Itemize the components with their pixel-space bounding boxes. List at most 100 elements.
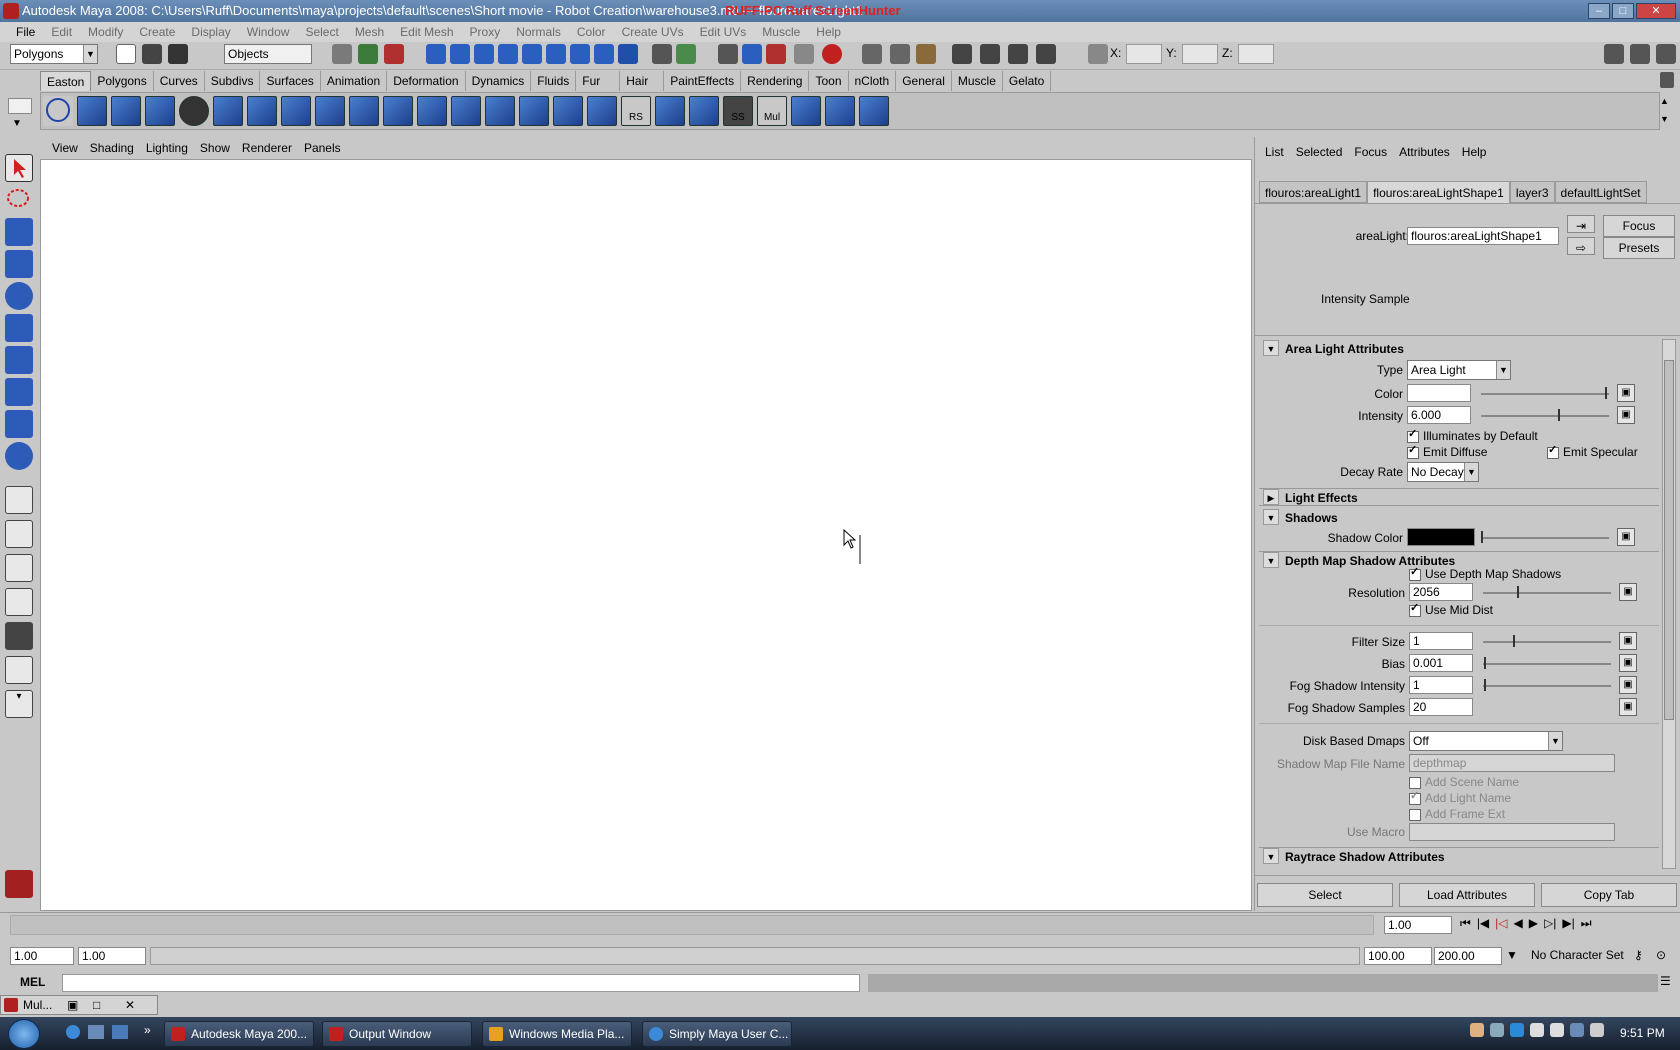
viewport-panel[interactable] xyxy=(40,159,1252,911)
go-to-output-icon[interactable]: ⇨ xyxy=(1567,237,1595,255)
go-to-end-icon[interactable]: ⏭ xyxy=(1581,916,1592,936)
poly-plane-icon[interactable] xyxy=(281,96,311,126)
poly-split-icon[interactable] xyxy=(485,96,515,126)
shelf-tab-painteffects[interactable]: PaintEffects xyxy=(664,71,742,91)
use-macro-field[interactable] xyxy=(1409,823,1615,841)
shelf-tab-toon[interactable]: Toon xyxy=(809,71,849,91)
menu-edit[interactable]: Edit xyxy=(43,25,80,39)
character-set-field[interactable]: No Character Set xyxy=(1528,947,1628,965)
show-hide-attribute-editor-icon[interactable] xyxy=(1604,44,1624,64)
node-name-field[interactable]: flouros:areaLightShape1 xyxy=(1407,227,1559,245)
shelf-tab-polygons[interactable]: Polygons xyxy=(91,71,154,91)
taskbar-item-output-window[interactable]: Output Window xyxy=(322,1021,472,1047)
emit-specular-checkbox[interactable]: Emit Specular xyxy=(1547,443,1638,459)
menu-mesh[interactable]: Mesh xyxy=(347,25,392,39)
z-field[interactable] xyxy=(1238,44,1274,64)
persp-outliner-layout-icon[interactable] xyxy=(5,554,33,582)
poly-bevel-icon[interactable] xyxy=(655,96,685,126)
color-map-button-icon[interactable]: ▣ xyxy=(1617,384,1635,402)
ae-tab-defaultlightset[interactable]: defaultLightSet xyxy=(1554,181,1647,203)
circle-tool-icon[interactable] xyxy=(43,96,73,126)
menu-normals[interactable]: Normals xyxy=(508,25,569,39)
rotate-tool-icon[interactable] xyxy=(5,282,33,310)
emit-diffuse-checkbox[interactable]: Emit Diffuse xyxy=(1407,443,1487,459)
shelf-menu-arrow-icon[interactable]: ▼ xyxy=(12,118,22,129)
minimized-window[interactable]: Mul... ▣ □ ✕ xyxy=(0,995,158,1015)
animation-preferences-icon[interactable]: ⊙ xyxy=(1656,948,1666,962)
poly-spiral-icon[interactable] xyxy=(587,96,617,126)
soft-modification-icon[interactable] xyxy=(5,378,33,406)
help-icon[interactable] xyxy=(618,44,638,64)
mask-curves-icon[interactable] xyxy=(474,44,494,64)
decay-rate-dropdown[interactable]: No Decay ▼ xyxy=(1407,462,1479,482)
ss-shelf-button[interactable]: SS xyxy=(723,96,753,126)
animation-end-field[interactable]: 200.00 xyxy=(1434,947,1502,965)
poly-cube-icon[interactable] xyxy=(77,96,107,126)
bias-slider[interactable] xyxy=(1483,657,1611,669)
shelf-tab-surfaces[interactable]: Surfaces xyxy=(260,71,321,91)
color-slider[interactable] xyxy=(1481,387,1609,399)
mel-command-input[interactable] xyxy=(62,974,860,992)
filter-size-field[interactable]: 1 xyxy=(1409,632,1473,650)
persp-trax-layout-icon[interactable] xyxy=(5,656,33,684)
taskbar-clock[interactable]: 9:51 PM xyxy=(1620,1026,1665,1040)
raytrace-shadow-section[interactable]: ▼ Raytrace Shadow Attributes xyxy=(1259,847,1659,865)
playback-start-field[interactable]: 1.00 xyxy=(78,947,146,965)
mul-shelf-button[interactable]: Mul xyxy=(757,96,787,126)
copy-tab-button[interactable]: Copy Tab xyxy=(1541,883,1677,907)
shadow-color-map-button-icon[interactable]: ▣ xyxy=(1617,528,1635,546)
poly-cube-2-icon[interactable] xyxy=(383,96,413,126)
save-scene-icon[interactable] xyxy=(168,44,188,64)
show-hide-channel-box-icon[interactable] xyxy=(1630,44,1650,64)
persp-graph-layout-icon[interactable] xyxy=(5,588,33,616)
lasso-tool-icon[interactable] xyxy=(5,186,33,214)
menu-muscle[interactable]: Muscle xyxy=(754,25,808,39)
filter-size-map-button-icon[interactable]: ▣ xyxy=(1619,632,1637,650)
shelf-tab-rendering[interactable]: Rendering xyxy=(741,71,810,91)
step-forward-frame-icon[interactable]: ▷| xyxy=(1544,916,1556,936)
select-by-hierarchy-icon[interactable] xyxy=(332,44,352,64)
layout-more-icon[interactable]: ▾ xyxy=(5,690,33,718)
x-field[interactable] xyxy=(1126,44,1162,64)
character-set-chevron-icon[interactable]: ▼ xyxy=(1506,948,1518,962)
y-field[interactable] xyxy=(1182,44,1218,64)
light-type-dropdown[interactable]: Area Light ▼ xyxy=(1407,360,1511,380)
fog-shadow-intensity-slider[interactable] xyxy=(1483,679,1611,691)
select-button[interactable]: Select xyxy=(1257,883,1393,907)
shadow-color-slider[interactable] xyxy=(1481,531,1609,543)
intensity-field[interactable]: 6.000 xyxy=(1407,406,1471,424)
shelf-tab-fur[interactable]: Fur xyxy=(576,71,621,91)
poly-chamfer-icon[interactable] xyxy=(689,96,719,126)
render-current-frame-icon[interactable] xyxy=(980,44,1000,64)
disk-based-dmaps-dropdown[interactable]: Off ▼ xyxy=(1409,731,1563,751)
shelf-tab-general[interactable]: General xyxy=(896,71,952,91)
shelf-tab-muscle[interactable]: Muscle xyxy=(951,71,1003,91)
snap-grid-icon[interactable] xyxy=(718,44,738,64)
poly-box-icon[interactable] xyxy=(111,96,141,126)
shelf-tab-dynamics[interactable]: Dynamics xyxy=(465,71,532,91)
tray-info-icon[interactable] xyxy=(1510,1023,1524,1037)
shelf-tab-easton[interactable]: Easton xyxy=(40,71,92,91)
area-light-attributes-section[interactable]: ▼ Area Light Attributes xyxy=(1259,340,1659,358)
poly-merge-icon[interactable] xyxy=(519,96,549,126)
panel-menu-panels[interactable]: Panels xyxy=(298,141,347,155)
panel-menu-view[interactable]: View xyxy=(46,141,84,155)
panel-menu-renderer[interactable]: Renderer xyxy=(236,141,298,155)
fog-shadow-intensity-field[interactable]: 1 xyxy=(1409,676,1473,694)
mask-handles-icon[interactable] xyxy=(426,44,446,64)
illuminates-by-default-checkbox[interactable]: Illuminates by Default xyxy=(1407,427,1538,443)
shelf-tab-ncloth[interactable]: nCloth xyxy=(848,71,897,91)
taskbar-item-maya[interactable]: Autodesk Maya 200... xyxy=(164,1021,314,1047)
animation-start-field[interactable]: 1.00 xyxy=(10,947,74,965)
bias-map-button-icon[interactable]: ▣ xyxy=(1619,654,1637,672)
input-list-icon[interactable] xyxy=(862,44,882,64)
select-by-component-icon[interactable] xyxy=(384,44,404,64)
playback-end-field[interactable]: 100.00 xyxy=(1364,947,1432,965)
mask-joints-icon[interactable] xyxy=(450,44,470,64)
add-scene-name-checkbox[interactable]: Add Scene Name xyxy=(1409,775,1519,789)
render-settings-icon[interactable] xyxy=(1036,44,1056,64)
open-scene-icon[interactable] xyxy=(142,44,162,64)
go-to-start-icon[interactable]: ⏮ xyxy=(1460,916,1471,936)
ae-tab-layer3[interactable]: layer3 xyxy=(1509,181,1555,203)
step-back-frame-icon[interactable]: |◁ xyxy=(1495,916,1507,936)
